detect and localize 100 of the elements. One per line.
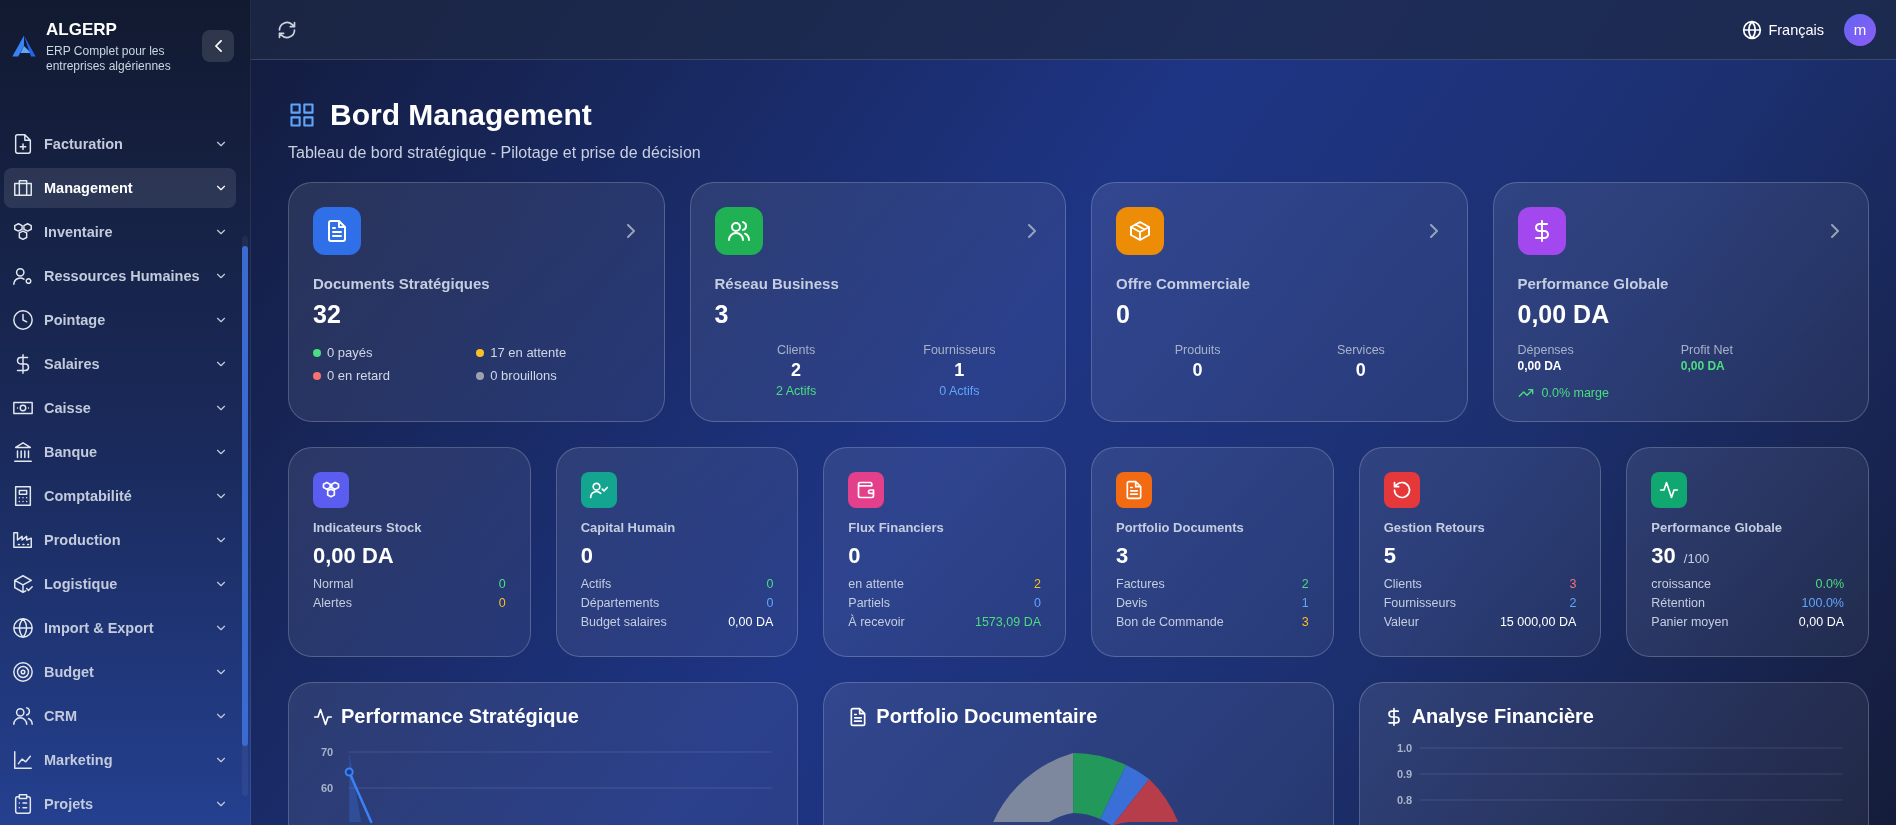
metric-value: 3 (1301, 615, 1309, 629)
card-value: 3 (714, 300, 730, 329)
stat-label: Fournisseurs (923, 343, 996, 357)
metric-value: 0,00 DA (728, 615, 774, 629)
sidebar-item[interactable]: Logistique (4, 564, 236, 604)
metric-value: 0 (1034, 596, 1041, 610)
stat-value: 0,00 DA (1517, 359, 1563, 373)
axis-tick-label: 1.0 (1396, 742, 1412, 754)
status-label: 0 en retard (327, 368, 390, 383)
metric-value: 2 (1034, 577, 1041, 591)
line-chart-icon (12, 749, 34, 771)
collapse-button[interactable] (202, 30, 234, 62)
metric-label: À recevoir (848, 615, 905, 629)
chevron-right-icon (1831, 224, 1839, 238)
user-gear-icon (12, 265, 34, 287)
card-title: Indicateurs Stock (313, 520, 423, 535)
metric-value: 2 (1569, 596, 1577, 610)
metric-label: Clients (1383, 577, 1422, 591)
metric-label: en attente (848, 577, 904, 591)
metric-label: Fournisseurs (1383, 596, 1456, 610)
package-check-icon (12, 573, 34, 595)
sidebar-item[interactable]: Caisse (4, 388, 236, 428)
users-icon (726, 219, 751, 243)
bank-icon (12, 441, 34, 463)
card-title: Performance Globale (1517, 275, 1670, 292)
metric-label: Alertes (313, 596, 352, 610)
card-title: Capital Humain (580, 520, 677, 535)
axis-tick-label: 60 (320, 782, 334, 794)
chevron-left-icon (214, 40, 222, 52)
factory-icon (12, 529, 34, 551)
scrollbar[interactable] (242, 236, 248, 796)
metric-label: Panier moyen (1651, 615, 1729, 629)
chevron-right-icon (626, 224, 635, 238)
wallet-icon (856, 480, 877, 500)
chart-title: Performance Stratégique (341, 705, 579, 728)
summary-card[interactable]: Offre Commerciale 0 Produits 0 Services 0 (1091, 182, 1468, 422)
sidebar-item[interactable]: Banque (4, 432, 236, 472)
metric-label: croissance (1651, 577, 1712, 591)
sidebar-item[interactable]: Facturation (4, 124, 236, 164)
clock-icon (12, 309, 34, 331)
stat-label: Profit Net (1680, 343, 1734, 357)
sidebar-item[interactable]: Management (4, 168, 236, 208)
card-value: 5 (1383, 543, 1396, 569)
stat-label: Clients (777, 343, 816, 357)
card-value: 32 (313, 300, 342, 329)
card-value: 0 (580, 543, 593, 569)
chart-title: Portfolio Documentaire (876, 705, 1098, 728)
stat-note: 2 Actifs (775, 384, 817, 398)
cubes-icon (321, 480, 341, 500)
metric-value: 0 (766, 577, 774, 591)
metric-label: Bon de Commande (1116, 615, 1224, 629)
sidebar-item[interactable]: Production (4, 520, 236, 560)
metric-label: Normal (313, 577, 354, 591)
page-title: Bord Management (330, 98, 592, 132)
sidebar-item[interactable]: Salaires (4, 344, 236, 384)
summary-card[interactable]: Documents Stratégiques 32 0 payés 17 en attente 0 en retard 0 brouillons (288, 182, 665, 422)
cubes-icon (12, 221, 34, 243)
metric-value: 1573,09 DA (974, 615, 1041, 629)
summary-card[interactable]: Performance Globale 0,00 DA Dépenses 0,00 DA Profit Net 0,00 DA 0.0% marge (1492, 182, 1869, 422)
stat-note: 0 Actifs (939, 384, 980, 398)
chevron-right-icon (1028, 224, 1036, 238)
undo-icon (1391, 480, 1412, 500)
sidebar-item[interactable]: CRM (4, 696, 236, 736)
metric-value: 0 (498, 577, 506, 591)
globe-icon (12, 617, 34, 639)
sidebar-item[interactable]: Pointage (4, 300, 236, 340)
sidebar-item[interactable]: Projets (4, 784, 236, 824)
stat-value: 1 (954, 360, 965, 381)
card-value: 0,00 DA (313, 543, 394, 569)
value-suffix: /100 (1683, 551, 1710, 566)
summary-card[interactable]: Réseau Business 3 Clients 2 2 Actifs Fournisseurs 1 0 Actifs (689, 182, 1066, 422)
target-icon (12, 661, 34, 683)
metric-value: 100.0% (1801, 596, 1844, 610)
metric-label: Budget salaires (580, 615, 667, 629)
package-icon (1128, 219, 1152, 243)
metric-value: 0.0% (1815, 577, 1844, 591)
card-title: Réseau Business (714, 275, 840, 292)
card-title: Documents Stratégiques (313, 275, 491, 292)
sidebar-item[interactable]: Import & Export (4, 608, 236, 648)
card-title: Gestion Retours (1383, 520, 1486, 535)
status-label: 0 brouillons (490, 368, 557, 383)
stat-label: Services (1336, 343, 1385, 357)
card-title: Performance Globale (1651, 520, 1784, 535)
metric-value: 3 (1569, 577, 1577, 591)
metric-label: Actifs (580, 577, 612, 591)
sidebar-item[interactable]: Inventaire (4, 212, 236, 252)
axis-tick-label: 70 (320, 746, 334, 758)
sidebar-item[interactable]: Marketing (4, 740, 236, 780)
briefcase-icon (12, 177, 34, 199)
sidebar-item[interactable]: Ressources Humaines (4, 256, 236, 296)
refresh-button[interactable] (277, 19, 297, 40)
sidebar-item[interactable]: Comptabilité (4, 476, 236, 516)
metric-value: 0,00 DA (1798, 615, 1844, 629)
card-value: 0 (1116, 300, 1131, 329)
calculator-icon (12, 485, 34, 507)
card-value: 30 (1651, 543, 1676, 569)
file-plus-icon (12, 133, 34, 155)
language-button[interactable]: Français (1742, 19, 1824, 40)
user-avatar[interactable]: m (1844, 13, 1876, 46)
sidebar-item[interactable]: Budget (4, 652, 236, 692)
